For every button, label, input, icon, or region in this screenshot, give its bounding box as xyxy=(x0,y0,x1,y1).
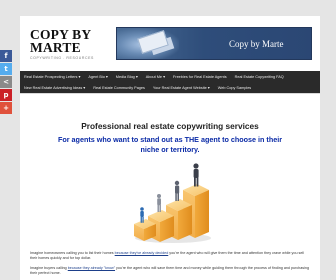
nav-item-agent-website[interactable]: Your Real Estate Agent Website ▾ xyxy=(153,85,210,90)
intro-paragraph-sellers: Imagine homeowners calling you to list t… xyxy=(30,251,312,262)
nav-item-faq[interactable]: Real Estate Copywriting FAQ xyxy=(235,75,284,79)
nav-row-2: New Real Estate Advertising Ideas ▾ Real… xyxy=(24,82,259,93)
nav-item-prospecting-letters[interactable]: Real Estate Prospecting Letters ▾ xyxy=(24,74,80,79)
banner-title: Copy by Marte xyxy=(229,39,284,49)
stepping-blocks-illustration xyxy=(134,163,211,243)
main-content: Professional real estate copywriting ser… xyxy=(20,93,320,280)
intro-paragraph-buyers: Imagine buyers calling because they alre… xyxy=(30,266,312,277)
page-container: COPY BY MARTE COPYWRITING ∙ RESOURCES Co… xyxy=(20,16,320,280)
nav-item-advertising-ideas[interactable]: New Real Estate Advertising Ideas ▾ xyxy=(24,85,85,90)
facebook-icon[interactable]: f xyxy=(0,50,12,62)
page-title: Professional real estate copywriting ser… xyxy=(81,121,259,131)
logo-line-2: MARTE xyxy=(30,40,81,55)
share-icon[interactable]: < xyxy=(0,76,12,88)
nav-item-web-copy-samples[interactable]: Web Copy Samples xyxy=(218,86,251,90)
nav-item-about-me[interactable]: About Me ▾ xyxy=(146,74,165,79)
pinterest-icon[interactable]: p xyxy=(0,89,12,101)
para1-text-start: Imagine homeowners calling you to list t… xyxy=(30,251,115,255)
nav-item-community-pages[interactable]: Real Estate Community Pages xyxy=(93,86,145,90)
para2-text-start: Imagine buyers calling xyxy=(30,266,68,270)
para1-link[interactable]: because they've already decided xyxy=(115,251,169,255)
site-logo[interactable]: COPY BY MARTE xyxy=(30,28,91,55)
para2-link[interactable]: because they already "know" xyxy=(68,266,115,270)
nav-item-freebies[interactable]: Freebies for Real Estate Agents xyxy=(173,75,227,79)
nav-item-media-blog[interactable]: Media Blog ▾ xyxy=(116,74,138,79)
site-tagline: COPYWRITING ∙ RESOURCES xyxy=(30,56,94,60)
nav-item-agent-bio[interactable]: Agent Bio ▾ xyxy=(88,74,107,79)
main-navigation: Real Estate Prospecting Letters ▾ Agent … xyxy=(20,71,320,93)
twitter-icon[interactable]: t xyxy=(0,63,12,75)
header-banner: Copy by Marte xyxy=(116,27,312,60)
page-subtitle: For agents who want to stand out as THE … xyxy=(57,135,283,154)
social-share-bar: f t < p + xyxy=(0,50,12,115)
nav-row-1: Real Estate Prospecting Letters ▾ Agent … xyxy=(24,71,292,82)
site-header: COPY BY MARTE COPYWRITING ∙ RESOURCES Co… xyxy=(20,16,320,71)
plus-icon[interactable]: + xyxy=(0,102,12,114)
